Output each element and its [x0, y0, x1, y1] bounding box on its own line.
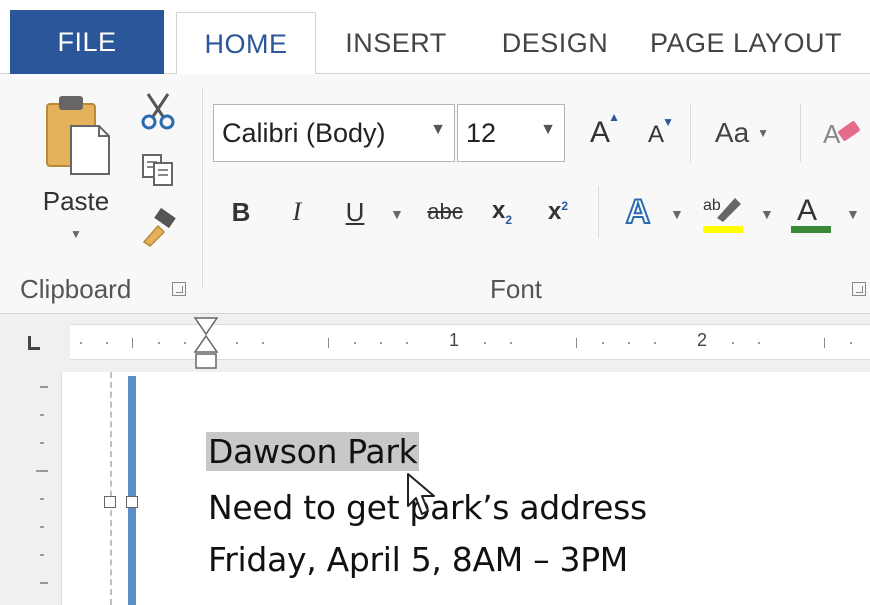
scissors-icon — [141, 93, 175, 130]
doc-line-text: Dawson Park — [208, 432, 418, 471]
font-color-icon: A — [791, 194, 831, 233]
format-painter-button[interactable] — [136, 206, 180, 250]
tab-home[interactable]: HOME — [176, 12, 316, 75]
clear-formatting-button[interactable]: A — [818, 110, 864, 156]
tab-design[interactable]: DESIGN — [486, 12, 624, 74]
shrink-font-button[interactable]: A ▼ — [636, 114, 676, 156]
grow-font-icon: A ▲ — [589, 110, 620, 149]
bold-icon: B — [231, 196, 251, 227]
italic-icon: I — [292, 197, 302, 226]
subscript-icon: x2 — [491, 197, 513, 227]
superscript-icon: x2 — [547, 198, 569, 225]
horizontal-ruler: 1 2 — [0, 314, 870, 372]
underline-icon: U — [345, 196, 365, 227]
group-divider — [800, 104, 801, 162]
change-case-button[interactable]: Aa ▼ — [702, 110, 782, 156]
highlighter-icon: ab — [703, 197, 743, 233]
superscript-button[interactable]: x2 — [538, 190, 578, 234]
format-painter-icon — [142, 208, 176, 247]
group-divider — [690, 104, 691, 162]
group-divider — [598, 186, 599, 238]
change-case-label: Aa — [714, 117, 750, 148]
group-divider — [202, 88, 203, 288]
clipboard-group-label: Clipboard — [20, 274, 132, 304]
chevron-down-icon[interactable]: ▼ — [670, 206, 684, 222]
strikethrough-icon: abc — [427, 199, 463, 224]
left-tab-icon — [28, 336, 40, 350]
svg-text:A: A — [823, 119, 841, 149]
subscript-button[interactable]: x2 — [482, 190, 522, 234]
mouse-cursor-icon — [407, 473, 435, 515]
font-dialog-launcher[interactable] — [852, 282, 866, 296]
resize-handle[interactable] — [126, 496, 138, 508]
font-size-combo[interactable]: 12 ▼ — [457, 104, 565, 162]
svg-text:A: A — [797, 194, 817, 227]
paste-button[interactable]: Paste ▼ — [30, 92, 122, 252]
ruler-number: 2 — [697, 330, 708, 350]
tab-page-layout[interactable]: PAGE LAYOUT — [650, 12, 870, 74]
cut-button[interactable] — [136, 88, 180, 132]
chevron-down-icon: ▼ — [757, 126, 770, 140]
shrink-font-icon: A ▼ — [647, 115, 674, 148]
tab-insert[interactable]: INSERT — [330, 12, 462, 74]
strikethrough-button[interactable]: abc — [420, 190, 470, 234]
ribbon: Paste ▼ Clipboard Calibri (Body) ▼ 12 ▼ … — [0, 74, 870, 314]
italic-button[interactable]: I — [278, 190, 316, 234]
highlight-color-button[interactable]: ab — [700, 188, 746, 236]
paste-icon — [46, 96, 110, 175]
tab-file[interactable]: FILE — [10, 10, 164, 74]
eraser-icon: A — [823, 119, 860, 149]
vertical-ruler — [0, 372, 62, 605]
margin-bar — [128, 376, 136, 605]
chevron-down-icon: ▼ — [70, 227, 82, 241]
copy-icon — [142, 154, 173, 186]
chevron-down-icon[interactable]: ▼ — [760, 206, 774, 222]
chevron-down-icon[interactable]: ▼ — [390, 206, 404, 222]
text-effects-button[interactable]: A — [616, 188, 660, 236]
grow-font-button[interactable]: A ▲ — [578, 110, 622, 156]
chevron-down-icon[interactable]: ▼ — [846, 206, 860, 222]
font-size-value: 12 — [466, 117, 497, 148]
ruler-number: 1 — [449, 330, 460, 350]
tab-selector[interactable] — [20, 328, 50, 358]
underline-button[interactable]: U — [336, 190, 374, 234]
chevron-down-icon: ▼ — [430, 121, 446, 138]
font-name-combo[interactable]: Calibri (Body) ▼ — [213, 104, 455, 162]
document-page[interactable]: Dawson Park Need to get park’s address F… — [62, 372, 870, 605]
resize-handle[interactable] — [104, 496, 116, 508]
ribbon-tab-bar: FILE HOME INSERT DESIGN PAGE LAYOUT — [0, 0, 870, 75]
chevron-down-icon: ▼ — [540, 121, 556, 138]
text-effects-icon: A — [625, 192, 652, 232]
doc-line-selected[interactable]: Dawson Park — [206, 432, 420, 471]
doc-line[interactable]: Friday, April 5, 8AM – 3PM — [208, 540, 628, 579]
clipboard-dialog-launcher[interactable] — [172, 282, 186, 296]
font-group-label: Font — [490, 274, 543, 304]
margin-guide — [110, 372, 112, 605]
svg-text:ab: ab — [703, 197, 721, 214]
indent-marker[interactable] — [193, 316, 219, 374]
copy-button[interactable] — [136, 148, 180, 192]
ruler-strip[interactable]: 1 2 — [70, 324, 870, 360]
paste-label: Paste — [42, 186, 110, 216]
font-color-button[interactable]: A — [788, 188, 834, 236]
font-name-value: Calibri (Body) — [222, 117, 386, 148]
bold-button[interactable]: B — [222, 190, 260, 234]
